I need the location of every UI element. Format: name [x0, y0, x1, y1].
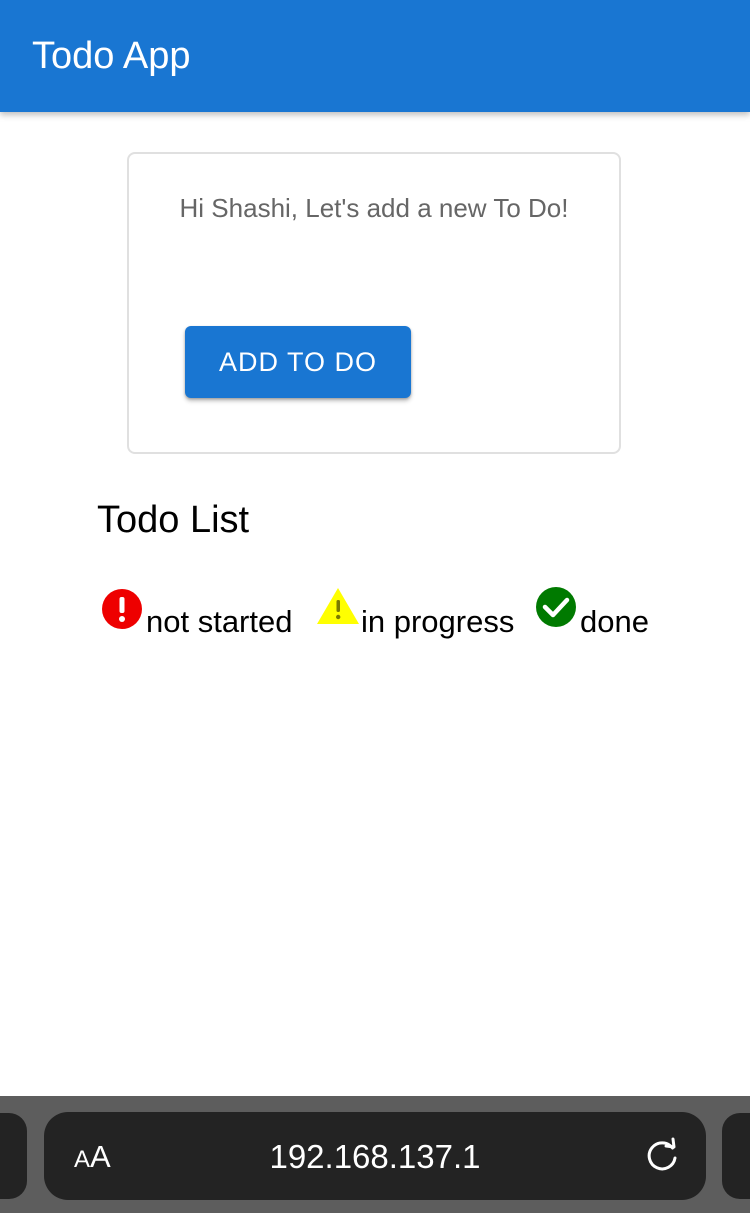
app-bar: Todo App	[0, 0, 750, 112]
greeting-text: Hi Shashi, Let's add a new To Do!	[179, 193, 569, 223]
app-title: Todo App	[32, 35, 191, 77]
check-circle-icon	[536, 587, 576, 627]
legend-label-done: done	[580, 604, 649, 639]
page: Todo App Hi Shashi, Let's add a new To D…	[0, 0, 750, 1213]
reload-icon[interactable]	[642, 1136, 682, 1176]
todo-list-heading: Todo List	[97, 499, 250, 541]
error-icon	[102, 589, 142, 629]
add-todo-button[interactable]: ADD TO DO	[185, 326, 411, 398]
next-tab[interactable]	[722, 1113, 750, 1199]
add-todo-card: Hi Shashi, Let's add a new To Do! ADD TO…	[127, 152, 621, 454]
warning-icon	[317, 588, 359, 624]
address-bar[interactable]: AA 192.168.137.1	[44, 1112, 706, 1200]
previous-tab[interactable]	[0, 1113, 27, 1199]
url-text: 192.168.137.1	[269, 1138, 481, 1175]
browser-toolbar: AA 192.168.137.1	[0, 1096, 750, 1213]
legend-label-in-progress: in progress	[361, 604, 515, 639]
legend-label-not-started: not started	[146, 604, 293, 639]
status-legend: not started in progress done	[101, 586, 701, 646]
